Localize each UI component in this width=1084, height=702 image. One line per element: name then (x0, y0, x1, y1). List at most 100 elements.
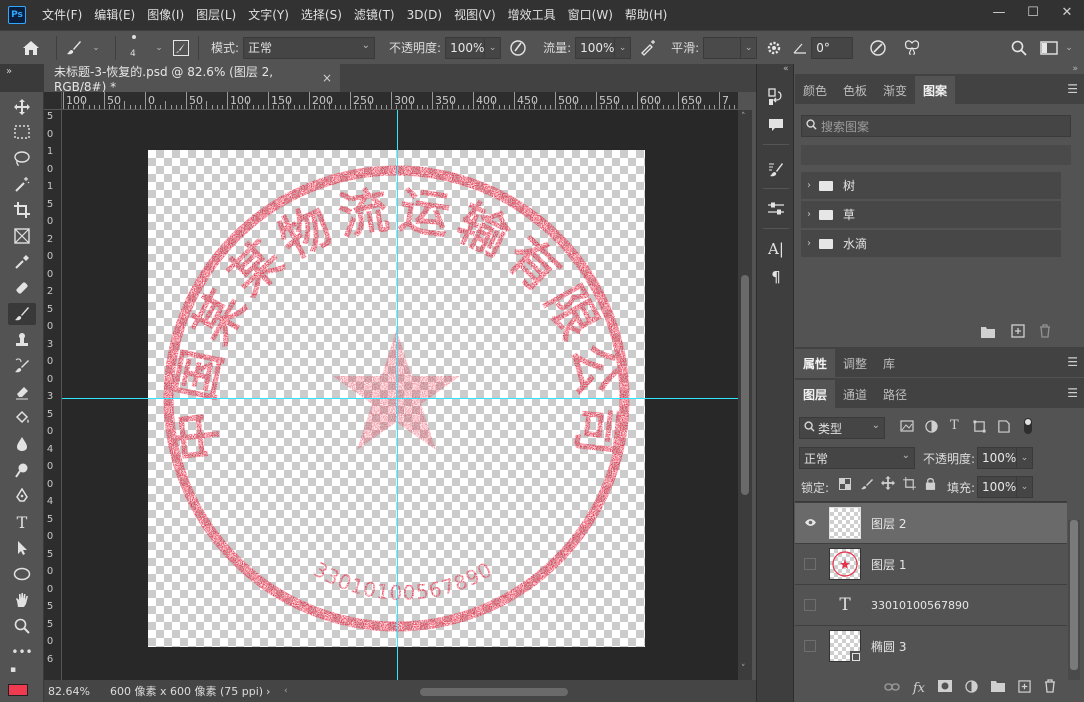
workspace-chevron-icon[interactable]: ⌄ (1058, 35, 1080, 61)
horizontal-ruler[interactable]: 100 50 0 50 100 150 200 250 300 350 400 450 500 550 60… (62, 92, 738, 110)
tab-paths[interactable]: 路径 (875, 380, 915, 408)
clone-stamp-tool-icon[interactable] (8, 329, 36, 351)
gear-icon[interactable] (763, 35, 785, 61)
opacity-dropdown-icon[interactable]: ⌄ (485, 36, 502, 59)
blur-tool-icon[interactable] (8, 433, 36, 455)
lock-transparent-pixels-icon[interactable] (839, 478, 851, 494)
history-brush-tool-icon[interactable] (8, 355, 36, 377)
menu-item[interactable]: 图像(I) (141, 0, 190, 30)
menu-item[interactable]: 窗口(W) (562, 0, 619, 30)
filter-smart-object-icon[interactable] (997, 420, 1010, 437)
menu-item[interactable]: 3D(D) (401, 0, 448, 30)
panel-collapse-icon[interactable]: » (1072, 64, 1078, 74)
lock-all-icon[interactable] (925, 477, 936, 494)
dodge-tool-icon[interactable] (8, 459, 36, 481)
ellipse-tool-icon[interactable] (8, 563, 36, 585)
tab-color[interactable]: 颜色 (795, 76, 835, 104)
magic-wand-tool-icon[interactable] (8, 173, 36, 195)
paint-bucket-tool-icon[interactable] (8, 407, 36, 429)
lasso-tool-icon[interactable] (8, 147, 36, 169)
chevron-right-icon[interactable]: › (801, 238, 817, 249)
brush-settings-panel-icon[interactable] (765, 158, 787, 180)
menu-item[interactable]: 滤镜(T) (348, 0, 401, 30)
flow-input[interactable]: 100% (575, 36, 616, 59)
pressure-size-icon[interactable] (867, 35, 889, 61)
chevron-right-icon[interactable]: › (801, 180, 817, 191)
menu-item[interactable]: 增效工具 (502, 0, 562, 30)
new-layer-icon[interactable] (1018, 679, 1031, 697)
move-tool-icon[interactable] (8, 96, 36, 118)
mode-select[interactable]: 正常 ⌄ (243, 36, 376, 59)
add-mask-icon[interactable] (938, 680, 952, 696)
pattern-folder-grass[interactable]: › 草 (801, 201, 1061, 228)
comments-panel-icon[interactable] (765, 114, 787, 136)
filter-adjustment-icon[interactable] (925, 420, 938, 437)
brush-size-preview[interactable]: 4 (122, 33, 148, 63)
path-selection-tool-icon[interactable] (8, 537, 36, 559)
visibility-toggle[interactable] (804, 640, 816, 652)
layer-row[interactable]: 图层 1 (795, 543, 1067, 584)
blend-mode-select[interactable]: 正常 ⌄ (799, 447, 915, 469)
tab-adjustments[interactable]: 调整 (835, 349, 875, 377)
delete-layer-icon[interactable] (1044, 679, 1056, 697)
horizontal-scroll-thumb[interactable] (420, 688, 568, 696)
vertical-guide[interactable] (397, 110, 398, 680)
visibility-toggle[interactable] (804, 558, 816, 570)
horizontal-guide[interactable] (62, 398, 738, 399)
new-group-icon[interactable] (991, 680, 1005, 696)
tab-channels[interactable]: 通道 (835, 380, 875, 408)
tab-patterns[interactable]: 图案 (915, 76, 956, 104)
scroll-down-icon[interactable]: ˅ (741, 664, 746, 674)
tab-swatches[interactable]: 色板 (835, 76, 875, 104)
eraser-tool-icon[interactable] (8, 381, 36, 403)
dock-collapse-icon[interactable]: « (783, 64, 789, 74)
filter-toggle-icon[interactable] (1023, 417, 1033, 439)
filter-shape-icon[interactable] (973, 420, 986, 437)
smoothing-dropdown-icon[interactable]: ⌄ (741, 36, 758, 59)
close-window-icon[interactable]: ✕ (1050, 0, 1084, 24)
marquee-tool-icon[interactable] (8, 121, 36, 143)
layers-panel-menu-icon[interactable]: ☰ (1067, 386, 1078, 400)
eye-icon[interactable] (795, 516, 825, 531)
angle-input[interactable]: 0° (811, 36, 854, 59)
menu-item[interactable]: 文字(Y) (242, 0, 295, 30)
character-panel-icon[interactable]: A| (765, 238, 787, 260)
lock-position-icon[interactable] (881, 476, 895, 494)
canvas-horizontal-scrollbar[interactable]: ‹ › (284, 686, 782, 696)
canvas-vertical-scrollbar[interactable]: ˄ ˅ (738, 110, 752, 680)
document-tab[interactable]: 未标题-3-恢复的.psd @ 82.6% (图层 2, RGB/8#) * × (44, 64, 340, 94)
paragraph-panel-icon[interactable]: ¶ (765, 266, 787, 288)
brush-size-chevron-icon[interactable]: ⌄ (148, 35, 170, 61)
pressure-opacity-icon[interactable] (507, 35, 529, 61)
properties-panel-menu-icon[interactable]: ☰ (1067, 355, 1078, 369)
healing-brush-tool-icon[interactable] (8, 277, 36, 299)
opacity-input[interactable]: 100% (445, 36, 486, 59)
type-tool-icon[interactable]: T (8, 511, 36, 533)
menu-item[interactable]: 文件(F) (36, 0, 88, 30)
tab-properties[interactable]: 属性 (795, 349, 836, 377)
adjustment-layer-icon[interactable] (965, 679, 978, 697)
zoom-level[interactable]: 82.64% (48, 685, 98, 698)
pen-tool-icon[interactable] (8, 485, 36, 507)
smoothing-input[interactable] (703, 36, 742, 59)
tab-libraries[interactable]: 库 (875, 349, 903, 377)
history-panel-icon[interactable] (765, 86, 787, 108)
layer-row[interactable]: T 33010100567890 (795, 584, 1067, 625)
menu-item[interactable]: 视图(V) (448, 0, 502, 30)
menu-item[interactable]: 图层(L) (190, 0, 242, 30)
lock-image-pixels-icon[interactable] (861, 478, 873, 494)
maximize-icon[interactable]: ☐ (1016, 0, 1050, 24)
chevron-right-icon[interactable]: › (801, 209, 817, 220)
symmetry-butterfly-icon[interactable] (901, 35, 923, 61)
menu-item[interactable]: 帮助(H) (619, 0, 673, 30)
layers-scrollbar[interactable] (1068, 520, 1080, 680)
menu-item[interactable]: 编辑(E) (88, 0, 141, 30)
status-menu-arrow-icon[interactable]: › (266, 685, 270, 698)
layer-opacity-input[interactable]: 100% (977, 447, 1017, 469)
link-layers-icon[interactable] (884, 681, 900, 696)
brush-tool-button-icon[interactable] (8, 303, 36, 325)
filter-pixel-icon[interactable] (900, 420, 914, 436)
workspace-icon[interactable] (1038, 35, 1060, 61)
layer-row[interactable]: 椭圆 3 (795, 625, 1067, 666)
adjustments-panel-icon[interactable] (765, 198, 787, 220)
